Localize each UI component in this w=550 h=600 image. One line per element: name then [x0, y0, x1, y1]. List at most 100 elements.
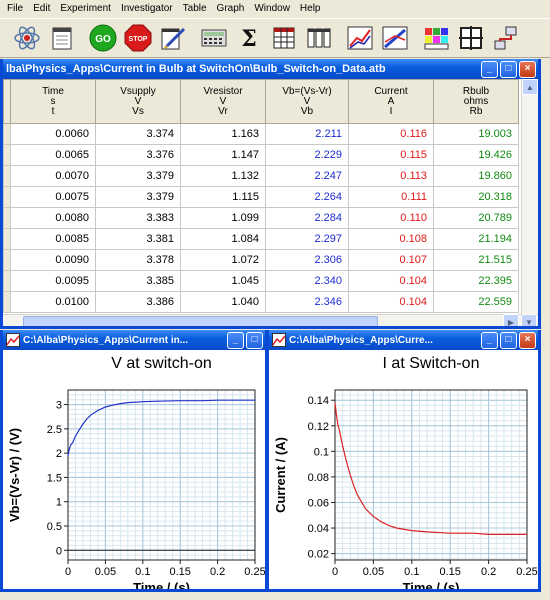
table-cell[interactable]: 1.163: [180, 123, 266, 145]
table-cell[interactable]: 0.110: [348, 207, 434, 229]
table-cell[interactable]: 0.0075: [10, 186, 96, 208]
menu-experiment[interactable]: Experiment: [55, 3, 116, 14]
table-row[interactable]: 0.0070 3.379 1.132 2.247 0.113 19.860: [3, 165, 519, 187]
current-chart[interactable]: 0 0.05 0.1 0.15 0.2 0.25 0.02 0.04 0.06 0.08 0.1 0.…: [269, 350, 538, 589]
table-cell[interactable]: 21.194: [433, 228, 519, 250]
close-button[interactable]: ×: [519, 60, 536, 78]
graph-window-titlebar[interactable]: C:\Alba\Physics_Apps\Curre... _ □ ×: [269, 330, 538, 350]
table-cell[interactable]: 0.0080: [10, 207, 96, 229]
table-cell[interactable]: 1.132: [180, 165, 266, 187]
menu-table[interactable]: Table: [178, 3, 212, 14]
table-window-titlebar[interactable]: lba\Physics_Apps\Current in Bulb at Swit…: [3, 59, 538, 79]
graph-window-titlebar[interactable]: C:\Alba\Physics_Apps\Current in... _ □: [3, 330, 265, 350]
table-row[interactable]: 0.0100 3.386 1.040 2.346 0.104 22.559: [3, 291, 519, 313]
row-header[interactable]: [3, 291, 11, 313]
maximize-button[interactable]: □: [500, 331, 517, 349]
sigma-icon[interactable]: Σ: [234, 23, 264, 53]
table-cell[interactable]: 3.379: [95, 165, 181, 187]
table-cell[interactable]: 1.115: [180, 186, 266, 208]
table-cell[interactable]: 3.378: [95, 249, 181, 271]
data-table[interactable]: Time s t Vsupply V Vs Vresistor V Vr Vb=(Vs-Vr…: [3, 79, 521, 314]
table-cell[interactable]: 0.115: [348, 144, 434, 166]
table-cell[interactable]: 2.264: [265, 186, 349, 208]
table-cell[interactable]: 20.789: [433, 207, 519, 229]
dual-graph-icon[interactable]: [380, 23, 410, 53]
table-cell[interactable]: 3.385: [95, 270, 181, 292]
table-cell[interactable]: 2.306: [265, 249, 349, 271]
table-cell[interactable]: 0.107: [348, 249, 434, 271]
table-cell[interactable]: 19.860: [433, 165, 519, 187]
table-cell[interactable]: 0.104: [348, 270, 434, 292]
table-row[interactable]: 0.0080 3.383 1.099 2.284 0.110 20.789: [3, 207, 519, 229]
menu-investigator[interactable]: Investigator: [116, 3, 178, 14]
minimize-button[interactable]: _: [227, 331, 244, 349]
minimize-button[interactable]: _: [481, 331, 498, 349]
scroll-right-button[interactable]: ▶: [503, 314, 519, 326]
table-cell[interactable]: 3.386: [95, 291, 181, 313]
line-graph-icon[interactable]: [345, 23, 375, 53]
table-cell[interactable]: 0.116: [348, 123, 434, 145]
table-cell[interactable]: 2.247: [265, 165, 349, 187]
stop-button-icon[interactable]: STOP: [123, 23, 153, 53]
voltage-chart[interactable]: 0 0.05 0.1 0.15 0.2 0.25 0 0.5 1 1.5 2 2.5 3 V at swi…: [3, 350, 265, 589]
crosshair-icon[interactable]: [456, 23, 486, 53]
table-cell[interactable]: 2.340: [265, 270, 349, 292]
table-cell[interactable]: 2.229: [265, 144, 349, 166]
table-cell[interactable]: 0.0070: [10, 165, 96, 187]
table-cell[interactable]: 3.376: [95, 144, 181, 166]
row-header[interactable]: [3, 228, 11, 250]
table-cell[interactable]: 2.284: [265, 207, 349, 229]
table-cell[interactable]: 19.003: [433, 123, 519, 145]
horizontal-scroll-thumb[interactable]: [23, 316, 378, 326]
table-cell[interactable]: 21.515: [433, 249, 519, 271]
vertical-scrollbar[interactable]: ▲: [521, 79, 538, 314]
table-row[interactable]: 0.0095 3.385 1.045 2.340 0.104 22.395: [3, 270, 519, 292]
notes-pen-icon[interactable]: [158, 23, 188, 53]
row-header[interactable]: [3, 270, 11, 292]
table-cell[interactable]: 19.426: [433, 144, 519, 166]
row-header[interactable]: [3, 123, 11, 145]
table-cell[interactable]: 0.108: [348, 228, 434, 250]
table-cell[interactable]: 1.099: [180, 207, 266, 229]
table-cell[interactable]: 2.211: [265, 123, 349, 145]
horizontal-scrollbar[interactable]: ▶ ▼: [3, 314, 538, 326]
column-header[interactable]: Rbulb ohms Rb: [433, 79, 519, 124]
table-cell[interactable]: 20.318: [433, 186, 519, 208]
network-icon[interactable]: [491, 23, 521, 53]
table-cell[interactable]: 0.0065: [10, 144, 96, 166]
table-cell[interactable]: 22.395: [433, 270, 519, 292]
table-cell[interactable]: 2.346: [265, 291, 349, 313]
row-header[interactable]: [3, 207, 11, 229]
atom-icon[interactable]: [12, 23, 42, 53]
table-row[interactable]: 0.0065 3.376 1.147 2.229 0.115 19.426: [3, 144, 519, 166]
table-cell[interactable]: 0.0095: [10, 270, 96, 292]
column-header[interactable]: Vresistor V Vr: [180, 79, 266, 124]
column-header[interactable]: Current A I: [348, 79, 434, 124]
menu-help[interactable]: Help: [295, 3, 326, 14]
row-header[interactable]: [3, 249, 11, 271]
calculator-icon[interactable]: [199, 23, 229, 53]
scroll-up-button[interactable]: ▲: [522, 79, 538, 95]
close-button[interactable]: ×: [519, 331, 536, 349]
scroll-down-button[interactable]: ▼: [521, 314, 537, 326]
table-cell[interactable]: 2.297: [265, 228, 349, 250]
table-cell[interactable]: 0.0090: [10, 249, 96, 271]
table-cell[interactable]: 0.0085: [10, 228, 96, 250]
go-button-icon[interactable]: GO: [88, 23, 118, 53]
minimize-button[interactable]: _: [481, 60, 498, 78]
table-cell[interactable]: 1.045: [180, 270, 266, 292]
table-icon[interactable]: [269, 23, 299, 53]
table-cell[interactable]: 0.111: [348, 186, 434, 208]
maximize-button[interactable]: □: [246, 331, 263, 349]
table-row[interactable]: 0.0090 3.378 1.072 2.306 0.107 21.515: [3, 249, 519, 271]
table-cell[interactable]: 3.381: [95, 228, 181, 250]
color-grid-icon[interactable]: [421, 23, 451, 53]
menu-file[interactable]: File: [2, 3, 28, 14]
row-header[interactable]: [3, 165, 11, 187]
table-row[interactable]: 0.0075 3.379 1.115 2.264 0.111 20.318: [3, 186, 519, 208]
table-cell[interactable]: 0.0100: [10, 291, 96, 313]
table-cell[interactable]: 3.383: [95, 207, 181, 229]
table-cell[interactable]: 1.147: [180, 144, 266, 166]
menu-edit[interactable]: Edit: [28, 3, 55, 14]
bar-table-icon[interactable]: [304, 23, 334, 53]
